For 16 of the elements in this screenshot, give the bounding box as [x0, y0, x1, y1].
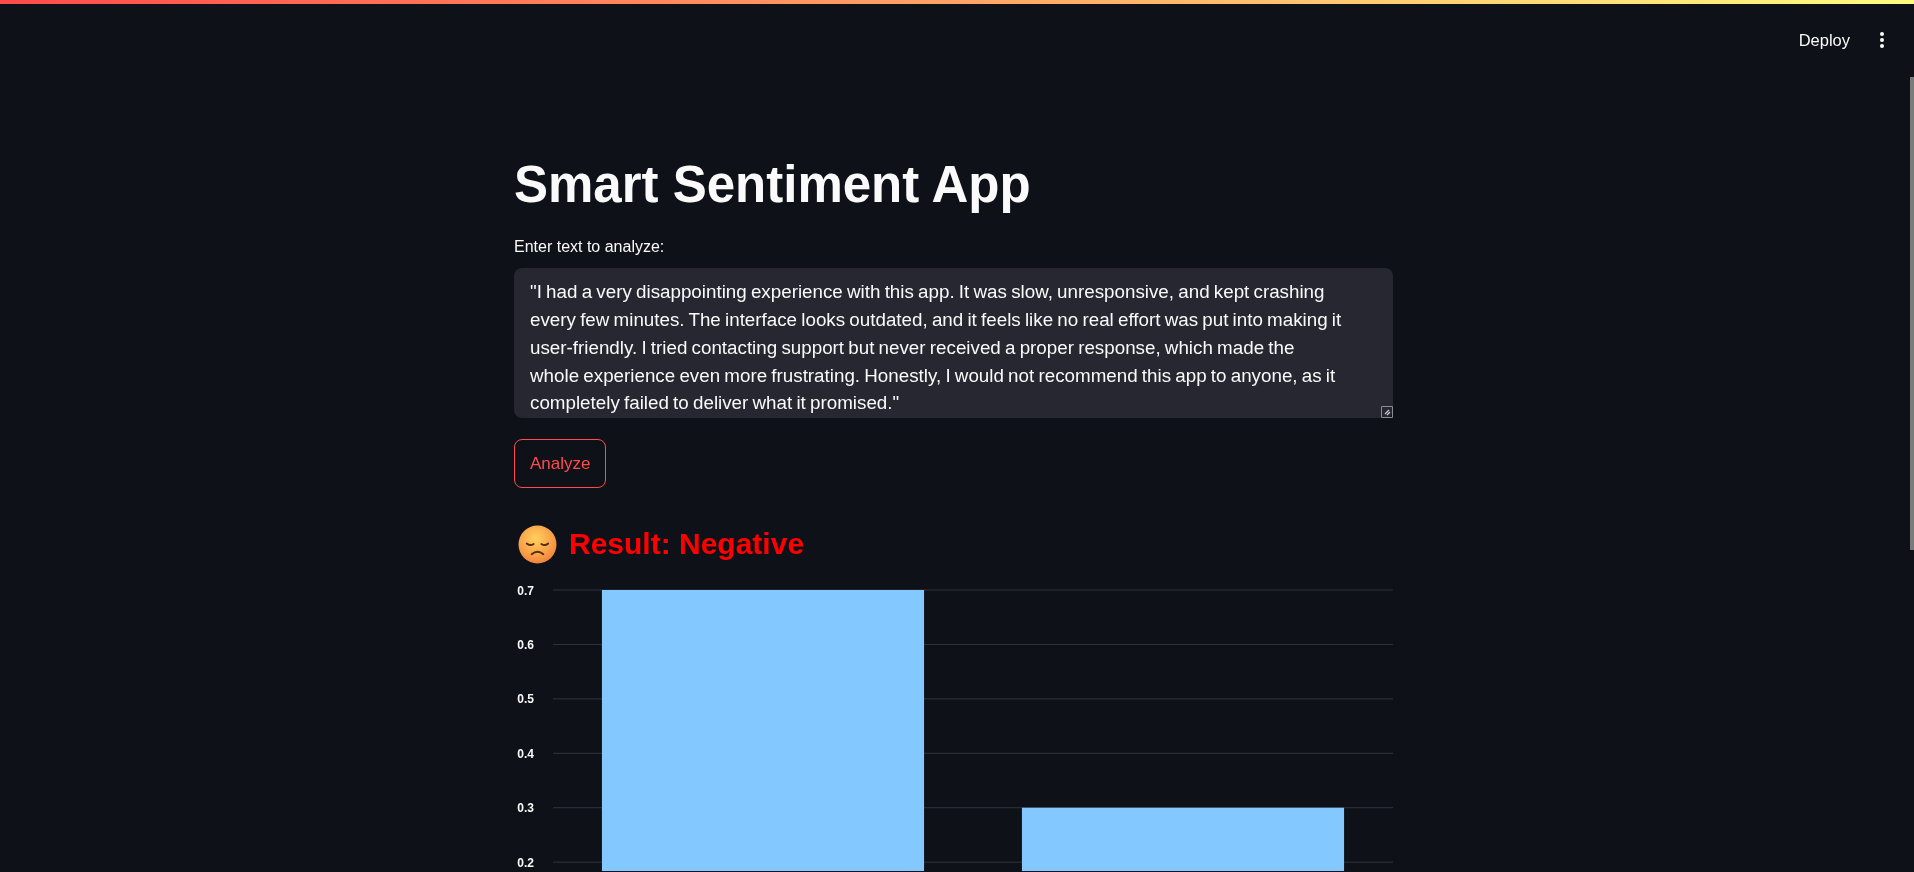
y-axis-tick-label: 0.3	[517, 801, 534, 816]
y-axis-tick-label: 0.5	[517, 692, 534, 707]
text-input-field[interactable]: "I had a very disappointing experience with this app. It was slow, unresponsive, and kept crashing every few minutes. The interface looks outdated, and it feels like no real effort was put into making it user-friendly. I tried contacting support but never received a proper response, which made the whole experience even more frustrating. Honestly, I would not recommend this app to anyone, as it completely failed to deliver what it promised."	[514, 268, 1393, 419]
more-menu-icon[interactable]	[1880, 32, 1884, 48]
result-heading: Result: Negative	[569, 526, 805, 563]
deploy-button[interactable]: Deploy	[1792, 26, 1856, 54]
resize-handle-icon[interactable]	[1381, 406, 1393, 419]
y-axis-tick-label: 0.2	[517, 855, 534, 870]
input-label: Enter text to analyze:	[514, 237, 665, 258]
page-title: Smart Sentiment App	[514, 155, 1031, 215]
scrollbar-thumb[interactable]	[1910, 77, 1914, 550]
analyze-button[interactable]: Analyze	[514, 439, 607, 489]
y-axis-tick-label: 0.7	[517, 583, 534, 598]
sad-face-icon	[518, 524, 557, 564]
y-axis-tick-label: 0.4	[517, 746, 534, 761]
y-axis-tick-label: 0.6	[517, 638, 534, 653]
